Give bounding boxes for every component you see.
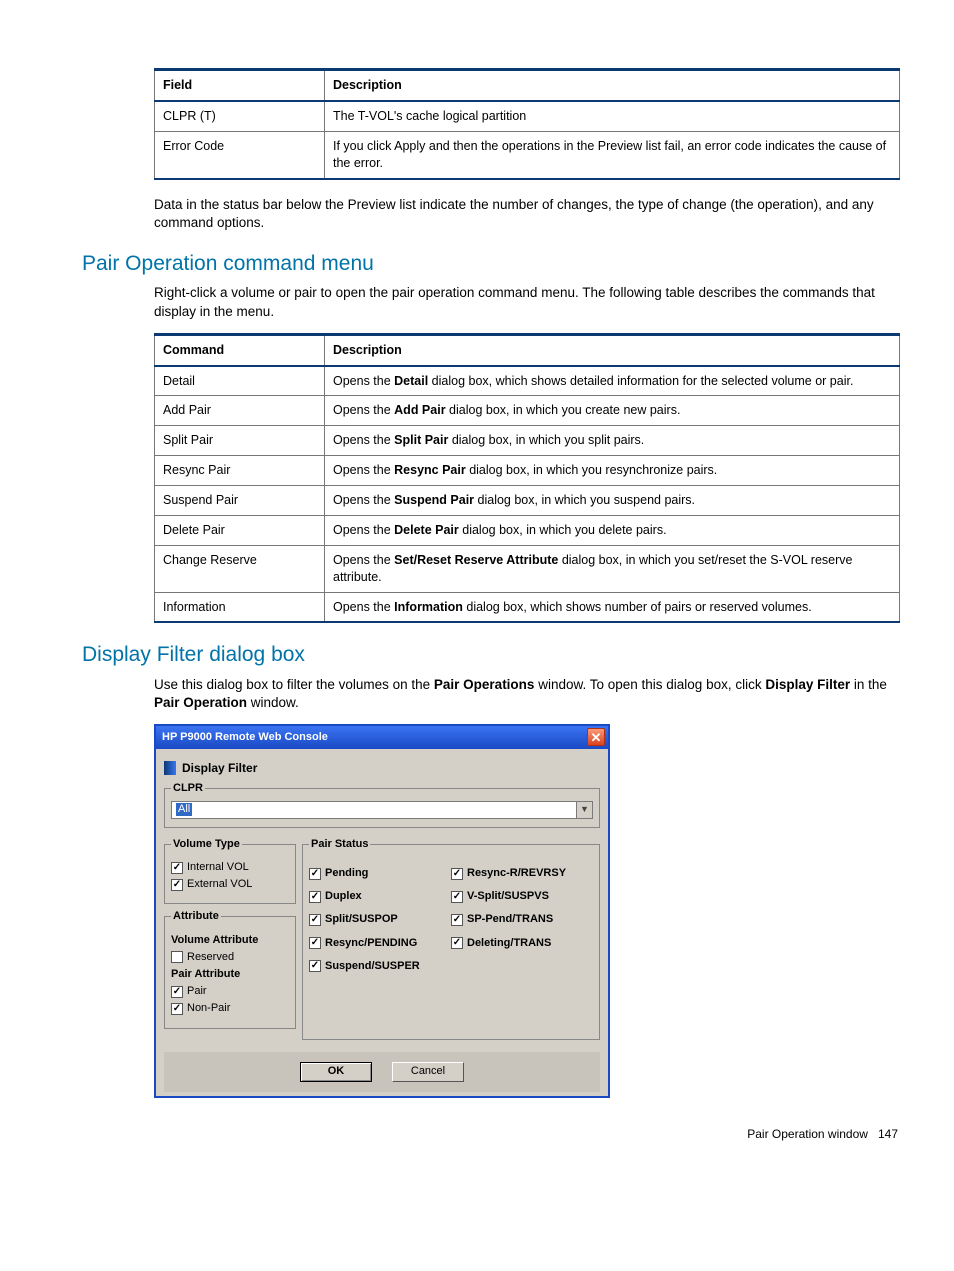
dialog-title: HP P9000 Remote Web Console: [162, 731, 328, 744]
close-icon[interactable]: ✕: [587, 728, 605, 746]
command-desc-table: Command Description DetailOpens the Deta…: [154, 333, 900, 624]
pair-status-group: Pair Status Pending Duplex Split/SUSPOP Res…: [302, 838, 600, 1040]
cell-desc: Opens the Delete Pair dialog box, in whi…: [325, 515, 900, 545]
table-row: Suspend PairOpens the Suspend Pair dialo…: [155, 486, 900, 516]
cell-command: Suspend Pair: [155, 486, 325, 516]
external-vol-label: External VOL: [187, 878, 252, 891]
volume-type-group: Volume Type Internal VOL External VOL: [164, 838, 296, 905]
cell-desc: The T-VOL's cache logical partition: [325, 101, 900, 131]
cell-desc: Opens the Resync Pair dialog box, in whi…: [325, 456, 900, 486]
cell-desc: Opens the Detail dialog box, which shows…: [325, 366, 900, 396]
cell-command: Split Pair: [155, 426, 325, 456]
pair-status-checkbox[interactable]: [309, 960, 321, 972]
cell-field: Error Code: [155, 131, 325, 178]
cell-command: Resync Pair: [155, 456, 325, 486]
tab-marker-icon: [164, 761, 176, 775]
table-row: CLPR (T) The T-VOL's cache logical parti…: [155, 101, 900, 131]
pair-status-label: V-Split/SUSPVS: [467, 890, 549, 903]
dialog-tab-header: Display Filter: [164, 761, 600, 775]
pair-status-label: Deleting/TRANS: [467, 937, 551, 950]
pair-checkbox[interactable]: [171, 986, 183, 998]
table-row: Split PairOpens the Split Pair dialog bo…: [155, 426, 900, 456]
volume-type-legend: Volume Type: [171, 838, 242, 851]
chevron-down-icon: ▼: [576, 802, 592, 818]
th-field: Field: [155, 70, 325, 101]
cell-desc: Opens the Set/Reset Reserve Attribute di…: [325, 545, 900, 592]
nonpair-label: Non-Pair: [187, 1002, 230, 1015]
cell-command: Add Pair: [155, 396, 325, 426]
cancel-button[interactable]: Cancel: [392, 1062, 464, 1082]
pair-status-checkbox[interactable]: [309, 914, 321, 926]
table-row: Change ReserveOpens the Set/Reset Reserv…: [155, 545, 900, 592]
pair-status-legend: Pair Status: [309, 838, 370, 851]
pair-status-checkbox[interactable]: [309, 868, 321, 880]
clpr-selected-value: All: [176, 803, 192, 816]
pair-status-label: Resync-R/REVRSY: [467, 867, 566, 880]
table-row: Resync PairOpens the Resync Pair dialog …: [155, 456, 900, 486]
pair-status-checkbox[interactable]: [309, 891, 321, 903]
cell-command: Change Reserve: [155, 545, 325, 592]
display-filter-dialog: HP P9000 Remote Web Console ✕ Display Fi…: [154, 724, 610, 1098]
pair-status-label: Split/SUSPOP: [325, 913, 398, 926]
pair-status-label: Duplex: [325, 890, 362, 903]
internal-vol-label: Internal VOL: [187, 861, 249, 874]
cell-desc: Opens the Add Pair dialog box, in which …: [325, 396, 900, 426]
th-desc: Description: [325, 70, 900, 101]
pair-status-checkbox[interactable]: [451, 937, 463, 949]
pair-status-label: Resync/PENDING: [325, 937, 417, 950]
internal-vol-checkbox[interactable]: [171, 862, 183, 874]
table-row: DetailOpens the Detail dialog box, which…: [155, 366, 900, 396]
pair-status-checkbox[interactable]: [451, 868, 463, 880]
cell-desc: Opens the Split Pair dialog box, in whic…: [325, 426, 900, 456]
attribute-legend: Attribute: [171, 910, 221, 923]
cell-command: Delete Pair: [155, 515, 325, 545]
section-heading-display-filter: Display Filter dialog box: [54, 641, 900, 669]
ok-button[interactable]: OK: [300, 1062, 372, 1082]
field-desc-table: Field Description CLPR (T) The T-VOL's c…: [154, 68, 900, 180]
nonpair-checkbox[interactable]: [171, 1003, 183, 1015]
pair-label: Pair: [187, 985, 207, 998]
cell-desc: Opens the Suspend Pair dialog box, in wh…: [325, 486, 900, 516]
footer-label: Pair Operation window: [747, 1127, 868, 1141]
pair-status-label: SP-Pend/TRANS: [467, 913, 553, 926]
clpr-legend: CLPR: [171, 782, 205, 795]
footer-page-number: 147: [878, 1127, 898, 1141]
pair-status-checkbox[interactable]: [451, 914, 463, 926]
dialog-titlebar: HP P9000 Remote Web Console ✕: [156, 726, 608, 749]
table-row: Delete PairOpens the Delete Pair dialog …: [155, 515, 900, 545]
th-desc: Description: [325, 334, 900, 365]
cell-desc: Opens the Information dialog box, which …: [325, 592, 900, 622]
external-vol-checkbox[interactable]: [171, 879, 183, 891]
clpr-group: CLPR All ▼: [164, 782, 600, 828]
dialog-button-bar: OK Cancel: [164, 1052, 600, 1092]
pair-status-label: Pending: [325, 867, 368, 880]
attribute-group: Attribute Volume Attribute Reserved Pair…: [164, 910, 296, 1028]
cell-desc: If you click Apply and then the operatio…: [325, 131, 900, 178]
th-command: Command: [155, 334, 325, 365]
status-bar-note: Data in the status bar below the Preview…: [154, 196, 900, 232]
table-row: Error Code If you click Apply and then t…: [155, 131, 900, 178]
table-row: InformationOpens the Information dialog …: [155, 592, 900, 622]
pair-status-label: Suspend/SUSPER: [325, 960, 420, 973]
cell-command: Detail: [155, 366, 325, 396]
pair-attribute-label: Pair Attribute: [171, 968, 289, 981]
volume-attribute-label: Volume Attribute: [171, 934, 289, 947]
cell-field: CLPR (T): [155, 101, 325, 131]
pair-status-checkbox[interactable]: [451, 891, 463, 903]
section-heading-pair-operation-menu: Pair Operation command menu: [54, 250, 900, 278]
section1-intro: Right-click a volume or pair to open the…: [154, 284, 900, 320]
reserved-label: Reserved: [187, 951, 234, 964]
cell-command: Information: [155, 592, 325, 622]
page-footer: Pair Operation window 147: [54, 1126, 900, 1142]
reserved-checkbox[interactable]: [171, 951, 183, 963]
clpr-select[interactable]: All ▼: [171, 801, 593, 819]
dialog-tab-label: Display Filter: [182, 761, 257, 775]
table-row: Add PairOpens the Add Pair dialog box, i…: [155, 396, 900, 426]
pair-status-checkbox[interactable]: [309, 937, 321, 949]
section2-intro: Use this dialog box to filter the volume…: [154, 676, 900, 712]
